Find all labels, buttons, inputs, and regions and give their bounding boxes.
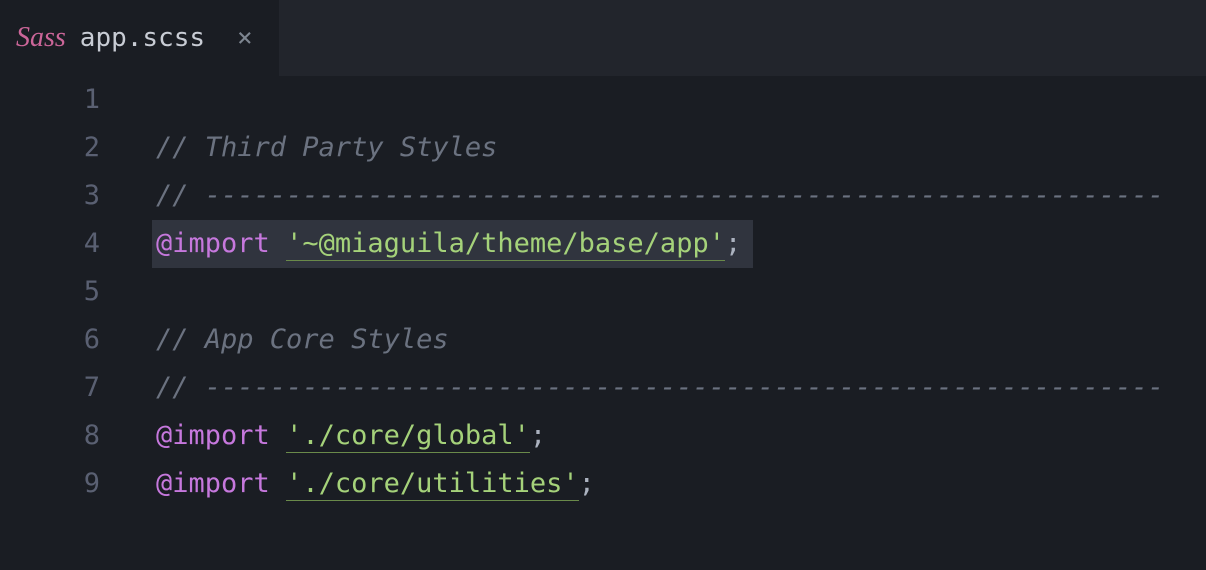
code-line-6: // App Core Styles [120,316,1206,364]
line-number: 7 [0,364,120,412]
string-path: './core/utilities' [286,468,579,501]
line-number: 8 [0,412,120,460]
comment-text: // Third Party Styles [156,132,497,163]
string-path: '~@miaguila/theme/base/app' [286,228,725,261]
tab-app-scss[interactable]: Sass app.scss × [0,0,279,76]
highlighted-line: @import '~@miaguila/theme/base/app'; [152,220,753,268]
line-number: 4 [0,220,120,268]
keyword-import: @import [156,228,270,259]
close-icon[interactable]: × [237,23,253,53]
code-line-9: @import './core/utilities'; [120,460,1206,508]
tab-bar: Sass app.scss × [0,0,1206,76]
comment-divider: // -------------------------------------… [156,180,1164,211]
code-line-7: // -------------------------------------… [120,364,1206,412]
keyword-import: @import [156,420,270,451]
string-path: './core/global' [286,420,530,453]
line-number: 1 [0,76,120,124]
code-area[interactable]: // Third Party Styles // ---------------… [120,76,1206,570]
line-number: 6 [0,316,120,364]
code-line-2: // Third Party Styles [120,124,1206,172]
semicolon: ; [579,468,595,499]
code-line-4: @import '~@miaguila/theme/base/app'; [120,220,1206,268]
code-line-5 [120,268,1206,316]
line-number: 9 [0,460,120,508]
sass-icon: Sass [16,22,66,54]
code-line-8: @import './core/global'; [120,412,1206,460]
tab-filename: app.scss [80,23,205,53]
gutter: 1 2 3 4 5 6 7 8 9 [0,76,120,570]
keyword-import: @import [156,468,270,499]
line-number: 5 [0,268,120,316]
code-line-1 [120,76,1206,124]
code-line-3: // -------------------------------------… [120,172,1206,220]
comment-text: // App Core Styles [156,324,449,355]
code-editor[interactable]: 1 2 3 4 5 6 7 8 9 // Third Party Styles … [0,76,1206,570]
semicolon: ; [725,228,741,259]
line-number: 3 [0,172,120,220]
comment-divider: // -------------------------------------… [156,372,1164,403]
semicolon: ; [530,420,546,451]
line-number: 2 [0,124,120,172]
